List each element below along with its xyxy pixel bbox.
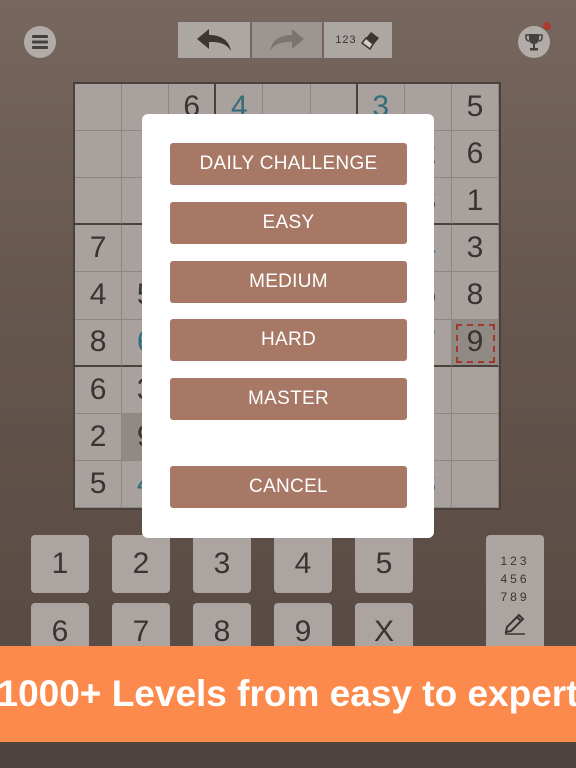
master-button[interactable]: MASTER xyxy=(170,378,407,420)
hard-button[interactable]: HARD xyxy=(170,319,407,361)
daily-challenge-button[interactable]: DAILY CHALLENGE xyxy=(170,143,407,185)
easy-button[interactable]: EASY xyxy=(170,202,407,244)
medium-button[interactable]: MEDIUM xyxy=(170,261,407,303)
bottom-strip xyxy=(0,742,576,768)
cancel-button[interactable]: CANCEL xyxy=(170,466,407,508)
promo-banner: 1000+ Levels from easy to expert xyxy=(0,646,576,742)
difficulty-dialog: DAILY CHALLENGE EASY MEDIUM HARD MASTER … xyxy=(142,114,434,538)
